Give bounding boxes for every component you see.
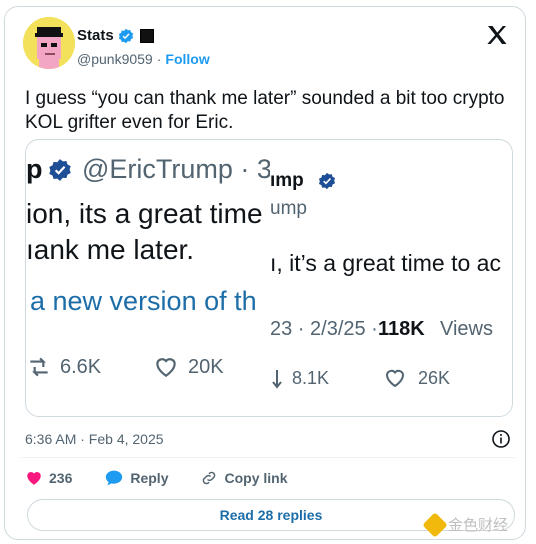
like-button[interactable]: 236: [25, 469, 72, 487]
info-icon[interactable]: [491, 429, 511, 449]
front-date-fragment: 23 · 2/3/25 ·: [270, 318, 378, 340]
front-screenshot-panel: ımp ump ı, it’s a great time to ac 23 · …: [270, 162, 512, 416]
front-retweet-icon: [272, 370, 282, 389]
verified-badge-icon: [118, 28, 133, 43]
back-author-fragment: p: [26, 154, 43, 184]
tweet-timestamp[interactable]: 6:36 AM · Feb 4, 2025: [25, 431, 164, 447]
back-line-1: ion, its a great time: [26, 198, 263, 229]
link-icon: [203, 471, 216, 485]
affiliate-badge-icon: [139, 28, 154, 43]
tweet-card: Stats @punk9059 · Follow I guess “you ca…: [4, 6, 526, 540]
author-name-row: Stats: [77, 27, 154, 44]
quoted-media[interactable]: p @EricTrump · 3 ion, its a great time ı…: [25, 139, 513, 417]
back-line-3: a new version of th: [30, 286, 257, 316]
heart-filled-icon: [27, 472, 41, 485]
back-retweet-count: 6.6K: [60, 356, 102, 378]
author-handle[interactable]: @punk9059: [77, 51, 153, 67]
back-verified-icon: [49, 159, 71, 181]
avatar[interactable]: [23, 17, 75, 69]
author-display-name[interactable]: Stats: [77, 27, 114, 44]
front-like-count: 26K: [418, 368, 451, 388]
front-verified-icon: [318, 172, 336, 190]
like-count: 236: [49, 470, 73, 486]
reply-button[interactable]: Reply: [104, 469, 168, 487]
author-handle-row: @punk9059 · Follow: [77, 51, 210, 67]
reply-label: Reply: [130, 470, 169, 486]
back-line-2: ıank me later.: [26, 234, 195, 265]
back-heart-icon: [156, 358, 176, 377]
action-bar: 236 Reply Copy link: [25, 469, 320, 487]
watermark-text: 金色财经: [448, 517, 509, 534]
front-heart-icon: [385, 369, 405, 388]
divider: [21, 457, 515, 458]
tweet-text: I guess “you can thank me later” sounded…: [25, 88, 505, 133]
watermark-logo-icon: [422, 511, 448, 538]
front-handle-fragment: ump: [270, 198, 307, 219]
front-author-fragment: ımp: [270, 170, 304, 191]
reply-bubble-icon: [106, 470, 123, 486]
back-like-count: 20K: [188, 356, 224, 378]
punk-avatar-image: [23, 17, 75, 69]
x-logo-icon[interactable]: [485, 23, 509, 47]
watermark: 金色财经: [422, 511, 509, 538]
back-retweet-icon: [30, 357, 48, 377]
copy-link-label: Copy link: [224, 470, 288, 486]
copy-link-button[interactable]: Copy link: [200, 469, 288, 487]
front-views-label: Views: [440, 318, 493, 340]
separator-dot: ·: [156, 51, 162, 67]
back-handle-time: @EricTrump · 3: [82, 154, 272, 184]
front-line-1: ı, it’s a great time to ac: [270, 250, 501, 276]
front-retweet-count: 8.1K: [292, 368, 330, 388]
front-views-count: 118K: [378, 318, 425, 340]
follow-button[interactable]: Follow: [165, 51, 209, 67]
